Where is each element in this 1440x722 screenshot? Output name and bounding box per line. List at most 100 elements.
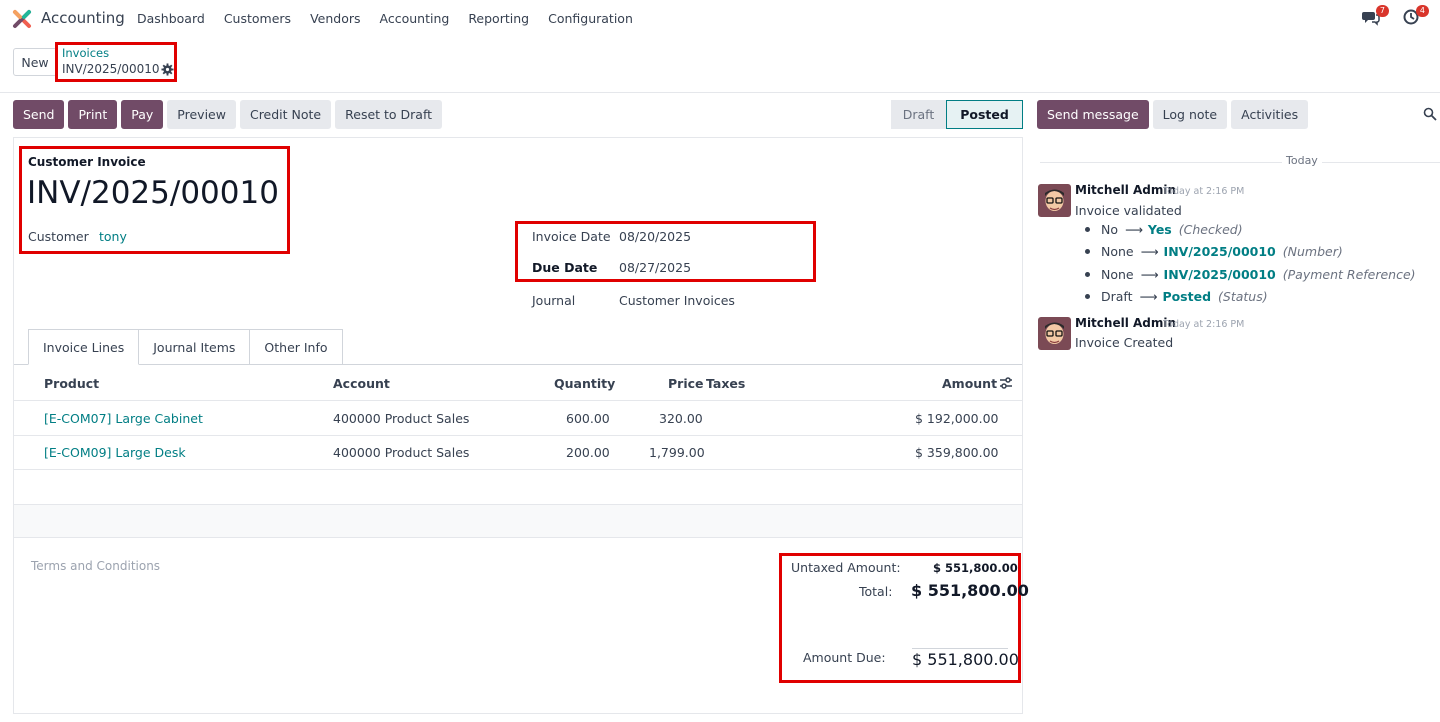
log-note-button[interactable]: Log note bbox=[1152, 100, 1228, 129]
invoice-date-field[interactable]: 08/20/2025 bbox=[619, 229, 691, 244]
row-divider bbox=[14, 435, 1022, 436]
user-avatar-icon bbox=[1038, 184, 1071, 217]
line-amount: $ 192,000.00 bbox=[915, 411, 999, 426]
line-price: 320.00 bbox=[659, 411, 703, 426]
main-menu: Dashboard Customers Vendors Accounting R… bbox=[137, 11, 633, 26]
tab-invoice-lines[interactable]: Invoice Lines bbox=[28, 329, 140, 365]
line-product[interactable]: [E-COM07] Large Cabinet bbox=[44, 411, 203, 426]
tracking-new: Posted bbox=[1162, 289, 1212, 304]
status-posted[interactable]: Posted bbox=[946, 100, 1023, 129]
total-label: Total: bbox=[859, 584, 893, 599]
preview-button[interactable]: Preview bbox=[167, 100, 236, 129]
total-amount: $ 551,800.00 bbox=[911, 581, 1029, 600]
messages-badge: 7 bbox=[1375, 5, 1389, 17]
col-product-header[interactable]: Product bbox=[44, 376, 99, 391]
line-quantity: 600.00 bbox=[566, 411, 610, 426]
messages-button[interactable]: 7 bbox=[1362, 5, 1389, 26]
tab-other-info[interactable]: Other Info bbox=[250, 329, 343, 365]
line-quantity: 200.00 bbox=[566, 445, 610, 460]
invoice-number: INV/2025/00010 bbox=[27, 175, 279, 211]
tracking-field: (Payment Reference) bbox=[1282, 267, 1416, 282]
invoice-action-bar: Send Print Pay Preview Credit Note Reset… bbox=[13, 100, 443, 129]
send-button[interactable]: Send bbox=[13, 100, 65, 129]
totals-divider bbox=[912, 648, 1008, 649]
tracking-old: None bbox=[1101, 244, 1134, 259]
status-draft[interactable]: Draft bbox=[891, 100, 946, 129]
line-amount: $ 359,800.00 bbox=[915, 445, 999, 460]
untaxed-amount: $ 551,800.00 bbox=[933, 561, 1018, 575]
message-body: Invoice Created bbox=[1075, 335, 1174, 350]
app-name[interactable]: Accounting bbox=[41, 9, 125, 27]
menu-accounting[interactable]: Accounting bbox=[380, 11, 450, 26]
accounting-app-icon[interactable] bbox=[12, 9, 32, 29]
terms-conditions-field[interactable]: Terms and Conditions bbox=[31, 559, 160, 573]
date-separator bbox=[1040, 162, 1440, 163]
tracking-value: Draft ⟶ Posted (Status) bbox=[1085, 289, 1268, 304]
print-button[interactable]: Print bbox=[68, 100, 118, 129]
col-price-header[interactable]: Price bbox=[668, 376, 704, 391]
line-product[interactable]: [E-COM09] Large Desk bbox=[44, 445, 186, 460]
message-author[interactable]: Mitchell Admin bbox=[1075, 183, 1176, 197]
bullet bbox=[1085, 249, 1090, 254]
menu-dashboard[interactable]: Dashboard bbox=[137, 11, 205, 26]
message-author[interactable]: Mitchell Admin bbox=[1075, 316, 1176, 330]
tracking-new: INV/2025/00010 bbox=[1163, 244, 1276, 259]
tracking-old: Draft bbox=[1101, 289, 1133, 304]
gear-icon[interactable] bbox=[161, 63, 174, 76]
control-panel: New Invoices INV/2025/00010 bbox=[0, 38, 1440, 93]
message-body: Invoice validated bbox=[1075, 203, 1182, 218]
search-icon[interactable] bbox=[1423, 107, 1437, 121]
new-button[interactable]: New bbox=[13, 48, 57, 76]
bullet bbox=[1085, 227, 1090, 232]
breadcrumb-invoices-link[interactable]: Invoices bbox=[62, 46, 109, 60]
table-footer-row bbox=[14, 504, 1022, 538]
notebook-tabs: Invoice Lines Journal Items Other Info bbox=[28, 329, 343, 365]
line-account: 400000 Product Sales bbox=[333, 411, 470, 426]
avatar[interactable] bbox=[1038, 184, 1071, 217]
invoice-date-label: Invoice Date bbox=[532, 229, 611, 244]
line-account: 400000 Product Sales bbox=[333, 445, 470, 460]
menu-customers[interactable]: Customers bbox=[224, 11, 291, 26]
due-date-field[interactable]: 08/27/2025 bbox=[619, 260, 691, 275]
arrow-right-icon: ⟶ bbox=[1125, 222, 1143, 237]
table-header-divider bbox=[14, 400, 1022, 401]
credit-note-button[interactable]: Credit Note bbox=[239, 100, 332, 129]
menu-configuration[interactable]: Configuration bbox=[548, 11, 633, 26]
menu-vendors[interactable]: Vendors bbox=[310, 11, 360, 26]
message-time: Today at 2:16 PM bbox=[1163, 319, 1245, 330]
col-taxes-header[interactable]: Taxes bbox=[706, 376, 745, 391]
activities-badge: 4 bbox=[1415, 5, 1429, 17]
invoice-type-label: Customer Invoice bbox=[28, 155, 146, 169]
column-settings-icon[interactable] bbox=[999, 376, 1013, 390]
amount-due-label: Amount Due: bbox=[803, 650, 886, 665]
tracking-old: No bbox=[1101, 222, 1118, 237]
message-time: Today at 2:16 PM bbox=[1163, 186, 1245, 197]
send-message-button[interactable]: Send message bbox=[1037, 100, 1149, 129]
customer-field[interactable]: tony bbox=[99, 229, 127, 244]
menu-reporting[interactable]: Reporting bbox=[468, 11, 529, 26]
due-date-label: Due Date bbox=[532, 260, 598, 275]
top-navbar: Accounting Dashboard Customers Vendors A… bbox=[0, 0, 1440, 37]
amount-due: $ 551,800.00 bbox=[912, 650, 1019, 669]
avatar[interactable] bbox=[1038, 317, 1071, 350]
tracking-old: None bbox=[1101, 267, 1134, 282]
tab-journal-items[interactable]: Journal Items bbox=[139, 329, 251, 365]
pay-button[interactable]: Pay bbox=[121, 100, 164, 129]
reset-to-draft-button[interactable]: Reset to Draft bbox=[335, 100, 443, 129]
col-account-header[interactable]: Account bbox=[333, 376, 390, 391]
date-separator-label: Today bbox=[1282, 154, 1322, 167]
breadcrumb-current: INV/2025/00010 bbox=[62, 62, 160, 76]
activities-button[interactable]: 4 bbox=[1402, 5, 1429, 26]
activities-button[interactable]: Activities bbox=[1231, 100, 1309, 129]
tracking-new: INV/2025/00010 bbox=[1163, 267, 1276, 282]
journal-label: Journal bbox=[532, 293, 576, 308]
tracking-value: No ⟶ Yes (Checked) bbox=[1085, 222, 1243, 237]
journal-field[interactable]: Customer Invoices bbox=[619, 293, 735, 308]
tracking-field: (Status) bbox=[1218, 289, 1268, 304]
row-divider bbox=[14, 469, 1022, 470]
col-amount-header[interactable]: Amount bbox=[942, 376, 997, 391]
arrow-right-icon: ⟶ bbox=[1140, 267, 1159, 282]
user-avatar-icon bbox=[1038, 317, 1071, 350]
untaxed-label: Untaxed Amount: bbox=[791, 560, 901, 575]
col-quantity-header[interactable]: Quantity bbox=[554, 376, 615, 391]
